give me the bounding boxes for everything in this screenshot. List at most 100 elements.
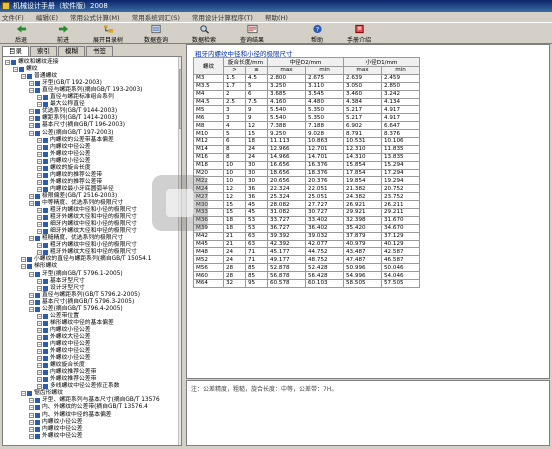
tree-expander-icon[interactable]: − — [37, 158, 42, 164]
tree-expander-icon[interactable]: − — [29, 130, 34, 136]
tree-scrollbar[interactable] — [178, 57, 181, 445]
tree-expander-icon[interactable]: − — [29, 109, 34, 115]
tree-node[interactable]: − 外螺纹小径公差 — [37, 355, 91, 362]
tree-node[interactable]: − 直径与螺距标准组合系列 — [37, 94, 114, 101]
tree-node[interactable]: − 小螺纹的直径与螺距系列(摘自GB/T 15054.1 — [21, 256, 151, 263]
tree-node[interactable]: − 粗糙精度、优选系列的极限尺寸 — [29, 235, 123, 242]
tree-node[interactable]: − 内螺纹中径公差 — [29, 426, 83, 433]
tree-node[interactable]: − 内螺纹的公差带基本偏差 — [37, 137, 114, 144]
tree-expander-icon[interactable]: − — [37, 144, 42, 150]
tree-node[interactable]: − 基本尺寸(摘自GB/T 196-2003) — [29, 122, 125, 129]
tree-node[interactable]: − 粗牙外螺纹大径和中径的极限尺寸 — [37, 249, 137, 256]
menu-file[interactable]: 文件(F) — [2, 12, 24, 22]
tree-expander-icon[interactable]: − — [37, 356, 42, 362]
tree-node[interactable]: − 内、外螺纹中径的基本偏差 — [29, 412, 112, 419]
menu-formula[interactable]: 常用公式计算(M) — [70, 12, 120, 22]
tree-expander-icon[interactable]: − — [37, 151, 42, 157]
tree-expander-icon[interactable]: − — [29, 405, 34, 411]
tree-expander-icon[interactable]: − — [37, 243, 42, 249]
tree-node[interactable]: − 外螺纹中径公差 — [37, 151, 91, 158]
tree-expander-icon[interactable]: − — [29, 292, 34, 298]
tree-node[interactable]: − 直径与螺距系列(摘自GB/T 193-2003) — [29, 87, 142, 94]
help-button[interactable]: ? 帮助 — [296, 23, 338, 44]
tree-expander-icon[interactable]: − — [37, 102, 42, 108]
tree-expander-icon[interactable]: − — [37, 222, 42, 228]
tree-node[interactable]: − 极限偏差(GB/T 2516-2003) — [29, 193, 117, 200]
tree-node[interactable]: − 螺距系列(GB/T 1414-2003) — [29, 115, 117, 122]
tree-expander-icon[interactable]: − — [37, 186, 42, 192]
tree-expander-icon[interactable]: − — [29, 123, 34, 129]
tree-expander-icon[interactable]: − — [37, 278, 42, 284]
tree-expander-icon[interactable]: − — [37, 334, 42, 340]
tree-node[interactable]: − 梯形螺纹 — [21, 263, 57, 270]
tree-expander-icon[interactable]: − — [37, 165, 42, 171]
tree-expander-icon[interactable]: − — [29, 201, 34, 206]
tree-node[interactable]: − 最大公称直径 — [37, 101, 85, 108]
tree-node[interactable]: − 内、外螺纹的公差带(摘自GB/T 13576.4 — [29, 404, 148, 411]
tree-node[interactable]: − 牙型、螺距系列与基本尺寸(摘自GB/T 13576 — [29, 397, 160, 404]
tree-node[interactable]: − 螺纹旋合长度 — [37, 362, 85, 369]
tree-expander-icon[interactable]: − — [29, 398, 34, 404]
query-result-button[interactable]: 查询结果 — [228, 23, 276, 44]
tree-expander-icon[interactable]: − — [37, 313, 42, 319]
tab-fuzzy[interactable]: 模糊 — [58, 46, 85, 56]
tree-expander-icon[interactable]: − — [37, 179, 42, 185]
tree-node[interactable]: − 内螺纹小径公差 — [37, 327, 91, 334]
forward-button[interactable]: 前进 — [42, 23, 84, 44]
tree-scroll-thumb[interactable] — [179, 69, 181, 129]
tree-node[interactable]: − 基本牙型尺寸 — [37, 278, 85, 285]
menu-edit[interactable]: 编辑(E) — [36, 12, 58, 22]
tree-expander-icon[interactable]: − — [37, 349, 42, 355]
tree-expander-icon[interactable]: − — [29, 236, 34, 242]
tree-expander-icon[interactable]: − — [37, 342, 42, 347]
tree-node[interactable]: − 外螺纹大径公差 — [37, 334, 91, 341]
tree-node[interactable]: − 外螺纹的推荐公差带 — [37, 179, 102, 186]
tree-node[interactable]: − 内螺纹中径公差 — [37, 341, 91, 348]
tree-expander-icon[interactable]: − — [37, 320, 42, 326]
tree-node[interactable]: − 公差带位置 — [37, 313, 79, 320]
tree-expander-icon[interactable]: − — [21, 74, 26, 80]
tree-node[interactable]: − 内螺纹的推荐公差带 — [37, 172, 102, 179]
tree-expander-icon[interactable]: − — [21, 257, 26, 263]
tree-node[interactable]: − 外螺纹推荐公差带 — [37, 376, 96, 383]
tree-node[interactable]: − 牙型(GB/T 192-2003) — [29, 80, 102, 87]
data-query-button[interactable]: 数据查询 — [132, 23, 180, 44]
tree-node[interactable]: − 粗牙外螺纹大径和中径的极限尺寸 — [37, 214, 137, 221]
tree-node[interactable]: − 螺纹 — [13, 66, 38, 73]
menu-help[interactable]: 帮助(H) — [265, 12, 288, 22]
tree-expander-icon[interactable]: − — [37, 137, 42, 143]
tab-contents[interactable]: 目录 — [2, 46, 29, 56]
tree-node[interactable]: − 螺纹和螺纹连接 — [5, 59, 59, 66]
expand-tree-button[interactable]: 展开目录树 — [84, 23, 132, 44]
data-search-button[interactable]: 数据检索 — [180, 23, 228, 44]
tree-node[interactable]: − 锯齿形螺纹 — [21, 390, 63, 397]
tree-node[interactable]: − 内螺纹推荐公差带 — [37, 369, 96, 376]
contents-tree[interactable]: − 外螺纹中径公差 − 内螺纹中径公差 − 内螺纹小径公差 − 内、外螺纹中径的基本偏差 − 内、… — [2, 56, 182, 446]
tree-expander-icon[interactable]: − — [5, 60, 10, 65]
tree-expander-icon[interactable]: − — [37, 327, 42, 333]
tree-node[interactable]: − 中等精度、优选系列的极限尺寸 — [29, 200, 123, 207]
tree-expander-icon[interactable]: − — [29, 116, 34, 122]
tree-node[interactable]: − 细牙内螺纹中径和小径的极限尺寸 — [37, 221, 137, 228]
tree-expander-icon[interactable]: − — [37, 215, 42, 221]
tree-node[interactable]: − 内螺纹最小牙底圆弧半径 — [37, 186, 114, 193]
tree-expander-icon[interactable]: − — [37, 250, 42, 256]
tree-expander-icon[interactable]: − — [37, 208, 42, 214]
tree-node[interactable]: − 直径与螺距系列(GB/T 5796.2-2005) — [29, 292, 140, 299]
tree-expander-icon[interactable]: − — [21, 391, 26, 397]
tree-expander-icon[interactable]: − — [21, 264, 26, 270]
tree-expander-icon[interactable]: − — [29, 299, 34, 305]
tree-node[interactable]: − 牙型(摘自GB/T 5796.1-2005) — [29, 271, 123, 278]
tree-expander-icon[interactable]: − — [29, 412, 34, 418]
tree-node[interactable]: − 外螺纹中径公差 — [29, 433, 83, 440]
tree-node[interactable]: − 普通螺纹 — [21, 73, 57, 80]
tree-node[interactable]: − 梯形螺纹中径的基本偏差 — [37, 320, 114, 327]
tree-expander-icon[interactable]: − — [37, 384, 42, 390]
tree-expander-icon[interactable]: − — [29, 426, 34, 432]
tree-expander-icon[interactable]: − — [13, 67, 18, 73]
menu-programs[interactable]: 常用设计计算程序(T) — [192, 12, 253, 22]
tree-node[interactable]: − 基本尺寸(摘自GB/T 5796.3-2005) — [29, 299, 134, 306]
back-button[interactable]: 后退 — [0, 23, 42, 44]
tree-expander-icon[interactable]: − — [29, 433, 34, 439]
tree-node[interactable]: − 多线螺纹中径公差修正系数 — [37, 383, 120, 390]
